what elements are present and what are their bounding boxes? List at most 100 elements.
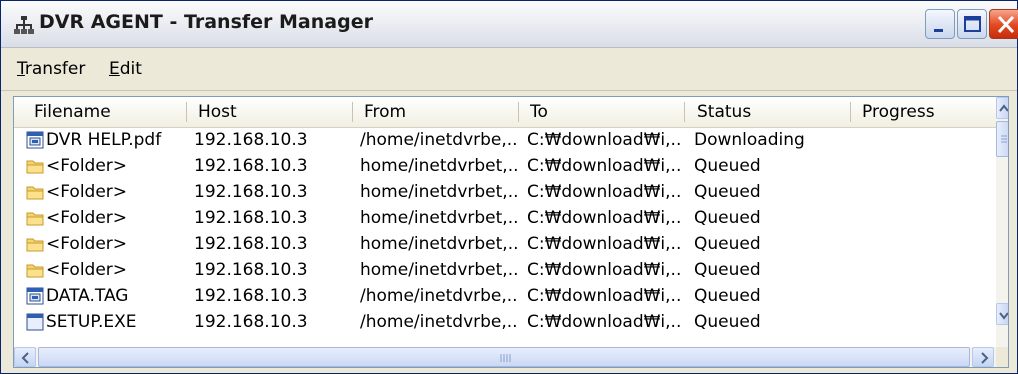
table-row[interactable]: DVR HELP.pdf 192.168.10.3/home/inetdvrbe,… <box>14 127 996 153</box>
host-cell: 192.168.10.3 <box>194 260 308 280</box>
chevron-right-icon <box>981 352 989 364</box>
document-icon <box>26 131 44 149</box>
scroll-right-button[interactable] <box>972 347 994 367</box>
status-cell: Queued <box>694 156 761 176</box>
title-bar[interactable]: DVR AGENT - Transfer Manager <box>1 1 1018 48</box>
filename-cell: <Folder> <box>46 182 128 202</box>
from-cell: home/inetdvrbet,.. <box>360 260 519 280</box>
table-row[interactable]: DATA.TAG 192.168.10.3/home/inetdvrbe,.. C:… <box>14 283 996 309</box>
table-row[interactable]: SETUP.EXE 192.168.10.3/home/inetdvrbe,.. C… <box>14 309 996 335</box>
progress-cell <box>859 153 989 179</box>
column-divider[interactable] <box>352 102 353 122</box>
status-cell: Queued <box>694 312 761 332</box>
column-header-progress[interactable]: Progress <box>854 97 994 127</box>
list-rows: DVR HELP.pdf 192.168.10.3/home/inetdvrbe,… <box>14 127 996 345</box>
document-icon <box>26 287 44 305</box>
executable-icon <box>26 313 44 331</box>
minimize-button[interactable] <box>925 9 955 39</box>
column-header-host[interactable]: Host <box>190 97 356 127</box>
progress-cell <box>859 127 989 153</box>
host-cell: 192.168.10.3 <box>194 234 308 254</box>
column-divider[interactable] <box>684 102 685 122</box>
status-cell: Queued <box>694 286 761 306</box>
column-header-status[interactable]: Status <box>689 97 849 127</box>
table-row[interactable]: <Folder> 192.168.10.3 home/inetdvrbet,.. C:… <box>14 257 996 283</box>
status-cell: Queued <box>694 260 761 280</box>
host-cell: 192.168.10.3 <box>194 312 308 332</box>
from-cell: home/inetdvrbet,.. <box>360 182 519 202</box>
table-row[interactable]: <Folder> 192.168.10.3 home/inetdvrbet,.. C:… <box>14 179 996 205</box>
progress-cell <box>859 179 989 205</box>
menu-bar: Transfer Edit <box>1 48 1017 91</box>
folder-icon <box>26 238 44 252</box>
progress-cell <box>859 257 989 283</box>
progress-cell <box>859 283 989 309</box>
column-divider[interactable] <box>518 102 519 122</box>
filename-cell: <Folder> <box>46 156 128 176</box>
from-cell: home/inetdvrbet,.. <box>360 234 519 254</box>
menu-transfer-label: ransfer <box>24 59 86 79</box>
to-cell: C:₩download₩i,.. <box>527 182 682 202</box>
progress-cell <box>859 309 989 335</box>
grip-icon <box>1001 135 1007 143</box>
column-header-filename[interactable]: Filename <box>26 97 194 127</box>
folder-icon <box>26 186 44 200</box>
progress-cell <box>859 205 989 231</box>
table-row[interactable]: <Folder> 192.168.10.3 home/inetdvrbet,.. C:… <box>14 153 996 179</box>
horizontal-scroll-thumb[interactable] <box>38 347 970 367</box>
chevron-up-icon <box>999 104 1008 112</box>
progress-cell <box>859 231 989 257</box>
column-header-from[interactable]: From <box>356 97 522 127</box>
to-cell: C:₩download₩i,.. <box>527 260 682 280</box>
from-cell: /home/inetdvrbe,.. <box>360 130 518 150</box>
status-cell: Queued <box>694 234 761 254</box>
status-cell: Queued <box>694 208 761 228</box>
close-button[interactable] <box>989 9 1018 39</box>
folder-icon <box>26 212 44 226</box>
from-cell: home/inetdvrbet,.. <box>360 208 519 228</box>
from-cell: /home/inetdvrbe,.. <box>360 286 518 306</box>
vertical-scrollbar[interactable] <box>996 97 1008 347</box>
horizontal-scrollbar[interactable] <box>14 347 996 367</box>
status-cell: Downloading <box>694 130 805 150</box>
to-cell: C:₩download₩i,.. <box>527 234 682 254</box>
maximize-button[interactable] <box>957 9 987 39</box>
chevron-left-icon <box>21 352 29 364</box>
grip-icon <box>500 354 511 362</box>
host-cell: 192.168.10.3 <box>194 182 308 202</box>
menu-transfer[interactable]: Transfer <box>17 59 85 79</box>
host-cell: 192.168.10.3 <box>194 156 308 176</box>
to-cell: C:₩download₩i,.. <box>527 156 682 176</box>
column-divider[interactable] <box>186 102 187 122</box>
scroll-left-button[interactable] <box>14 347 36 367</box>
menu-edit-accel: E <box>109 59 120 79</box>
table-row[interactable]: <Folder> 192.168.10.3 home/inetdvrbet,.. C:… <box>14 205 996 231</box>
column-divider[interactable] <box>850 102 851 122</box>
scroll-up-button[interactable] <box>996 97 1008 119</box>
dvr-agent-app-icon <box>14 16 34 34</box>
transfer-list[interactable]: Filename Host From To Status Progress DV… <box>13 96 1009 368</box>
host-cell: 192.168.10.3 <box>194 130 308 150</box>
folder-icon <box>26 264 44 278</box>
menu-transfer-accel: T <box>17 59 25 79</box>
menu-edit-label: dit <box>119 59 142 79</box>
window-title: DVR AGENT - Transfer Manager <box>39 11 373 33</box>
scroll-down-button[interactable] <box>996 303 1008 325</box>
vertical-scroll-thumb[interactable] <box>996 121 1008 157</box>
filename-cell: <Folder> <box>46 260 128 280</box>
menu-edit[interactable]: Edit <box>109 59 142 79</box>
maximize-icon <box>964 16 981 32</box>
folder-icon <box>26 160 44 174</box>
to-cell: C:₩download₩i,.. <box>527 130 682 150</box>
filename-cell: SETUP.EXE <box>46 312 137 332</box>
filename-cell: <Folder> <box>46 234 128 254</box>
list-header: Filename Host From To Status Progress <box>14 97 996 128</box>
from-cell: /home/inetdvrbe,.. <box>360 312 518 332</box>
minimize-icon <box>934 29 943 32</box>
status-cell: Queued <box>694 182 761 202</box>
column-header-to[interactable]: To <box>522 97 688 127</box>
host-cell: 192.168.10.3 <box>194 208 308 228</box>
table-row[interactable]: <Folder> 192.168.10.3 home/inetdvrbet,.. C:… <box>14 231 996 257</box>
host-cell: 192.168.10.3 <box>194 286 308 306</box>
chevron-down-icon <box>999 312 1008 320</box>
